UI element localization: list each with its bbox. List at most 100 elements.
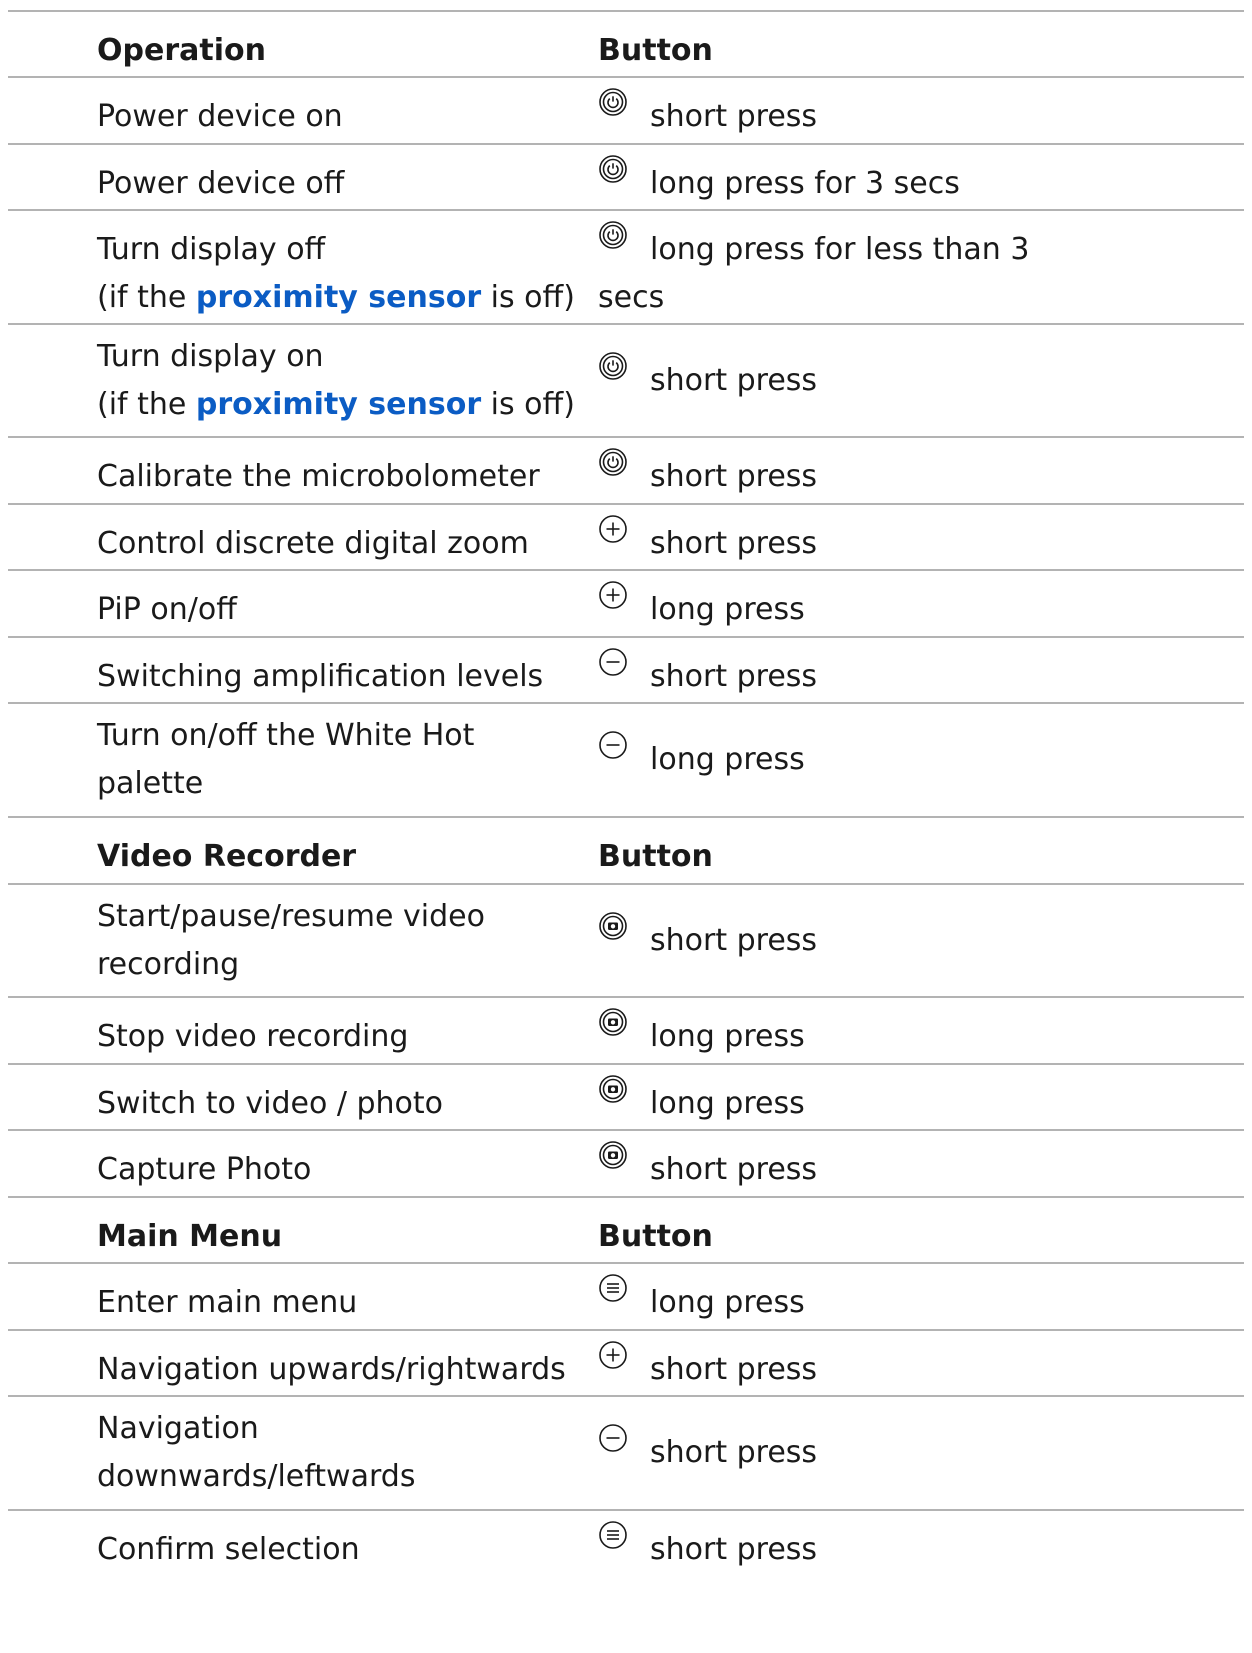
button-cell: long press [598, 581, 1244, 634]
operation-line: downwards/leftwards [97, 1459, 416, 1494]
action-text: long press [650, 1086, 805, 1121]
button-cell: long press [598, 1274, 1244, 1327]
header-operation-label: Operation [97, 33, 266, 68]
operation-line: Turn on/off the White Hot [97, 718, 475, 753]
table-row: Calibrate the microbolometer short press [8, 438, 1244, 505]
menu-icon [598, 1521, 628, 1556]
operation-cell: Calibrate the microbolometer [97, 459, 540, 494]
table-row: Navigation downwards/leftwards short pre… [8, 1397, 1244, 1511]
action-text: long press [650, 592, 805, 627]
minus-icon [598, 1424, 628, 1459]
action-text: long press for 3 secs [650, 166, 960, 201]
table-row: Enter main menu long press [8, 1264, 1244, 1331]
plus-icon [598, 1341, 628, 1376]
power-icon [598, 155, 628, 190]
table-row: Power device on short press [8, 78, 1244, 145]
button-cell: long press [598, 1008, 1244, 1061]
operation-cell: Turn display on (if the proximity sensor… [8, 333, 598, 429]
table-row: Control discrete digital zoom short pres… [8, 505, 1244, 571]
condition-prefix: (if the [97, 280, 196, 315]
action-text: long press for less than 3 [650, 232, 1030, 267]
operation-cell: Turn on/off the White Hot palette [8, 712, 598, 808]
condition-suffix: is off) [481, 280, 575, 315]
table-row: Turn on/off the White Hot palette long p… [8, 704, 1244, 818]
operation-line: Turn display off [97, 232, 326, 267]
table-row: Capture Photo short press [8, 1131, 1244, 1198]
operation-cell: Switch to video / photo [97, 1086, 444, 1121]
operation-line: palette [97, 766, 204, 801]
action-text: short press [650, 1532, 818, 1567]
proximity-sensor-link[interactable]: proximity sensor [196, 280, 481, 315]
operation-cell: Navigation upwards/rightwards [97, 1352, 566, 1387]
action-text: long press [650, 1285, 805, 1320]
action-text: short press [650, 526, 818, 561]
table-row: Switching amplification levels short pre… [8, 638, 1244, 704]
camera-icon [598, 1075, 628, 1110]
table-row: Turn display off (if the proximity senso… [8, 211, 1244, 325]
operation-condition: (if the proximity sensor is off) [97, 274, 598, 322]
operation-cell: Navigation downwards/leftwards [8, 1405, 598, 1501]
header-section-label: Main Menu [97, 1219, 283, 1254]
plus-icon [598, 515, 628, 550]
camera-icon [598, 911, 628, 947]
operation-cell: Stop video recording [97, 1019, 409, 1054]
table-row: Power device off long press for 3 secs [8, 145, 1244, 211]
button-cell: short press [598, 1341, 1244, 1394]
action-text: short press [650, 922, 818, 958]
proximity-sensor-link[interactable]: proximity sensor [196, 387, 481, 422]
menu-icon [598, 1274, 628, 1309]
power-icon [598, 221, 628, 256]
action-text: short press [650, 1435, 818, 1470]
button-cell: long press for less than 3 secs [598, 221, 1244, 322]
operation-line: Start/pause/resume video [97, 898, 485, 934]
button-cell: short press [598, 1424, 1244, 1477]
operation-line: Navigation [97, 1411, 259, 1446]
button-operations-table: Operation Button Power device on short p… [8, 10, 1244, 1577]
operation-cell: Power device off [97, 166, 345, 201]
button-cell: long press for 3 secs [598, 155, 1244, 208]
button-cell: short press [598, 1141, 1244, 1194]
button-cell: short press [598, 448, 1244, 501]
action-text: long press [650, 742, 805, 777]
condition-prefix: (if the [97, 386, 196, 422]
button-cell: short press [598, 515, 1244, 568]
operation-cell: Capture Photo [97, 1152, 312, 1187]
action-text: long press [650, 1019, 805, 1054]
action-text: short press [650, 459, 818, 494]
table-header-video-recorder: Video Recorder Button [8, 818, 1244, 885]
action-text: short press [650, 659, 818, 694]
action-text: short press [650, 1152, 818, 1187]
button-cell: short press [598, 351, 1244, 405]
operation-line: recording [97, 946, 240, 982]
button-cell: long press [598, 1075, 1244, 1128]
operation-condition: (if the proximity sensor is off) [97, 381, 598, 429]
operation-cell: Turn display off (if the proximity senso… [8, 226, 598, 322]
button-cell: short press [598, 911, 1244, 965]
operation-cell: Switching amplification levels [97, 659, 544, 694]
power-icon [598, 351, 628, 387]
operation-cell: Power device on [97, 99, 343, 134]
operation-cell: PiP on/off [97, 592, 237, 627]
button-cell: short press [598, 88, 1244, 141]
camera-icon [598, 1141, 628, 1176]
action-text-continued: secs [598, 280, 665, 315]
table-row: Turn display on (if the proximity sensor… [8, 325, 1244, 438]
operation-line: Turn display on [97, 338, 324, 374]
header-button-label: Button [598, 33, 713, 68]
table-row: PiP on/off long press [8, 571, 1244, 638]
operation-cell: Start/pause/resume video recording [8, 893, 598, 989]
table-row: Switch to video / photo long press [8, 1065, 1244, 1131]
header-section-label: Video Recorder [97, 839, 357, 874]
header-button-label: Button [598, 1219, 713, 1254]
minus-icon [598, 648, 628, 683]
table-row: Navigation upwards/rightwards short pres… [8, 1331, 1244, 1397]
table-row: Confirm selection short press [8, 1511, 1244, 1577]
action-text: short press [650, 1352, 818, 1387]
header-button-label: Button [598, 839, 713, 874]
operation-cell: Confirm selection [97, 1532, 360, 1567]
operation-cell: Enter main menu [97, 1285, 358, 1320]
camera-icon [598, 1008, 628, 1043]
power-icon [598, 88, 628, 123]
table-header-operation: Operation Button [8, 12, 1244, 78]
action-text: short press [650, 362, 818, 398]
